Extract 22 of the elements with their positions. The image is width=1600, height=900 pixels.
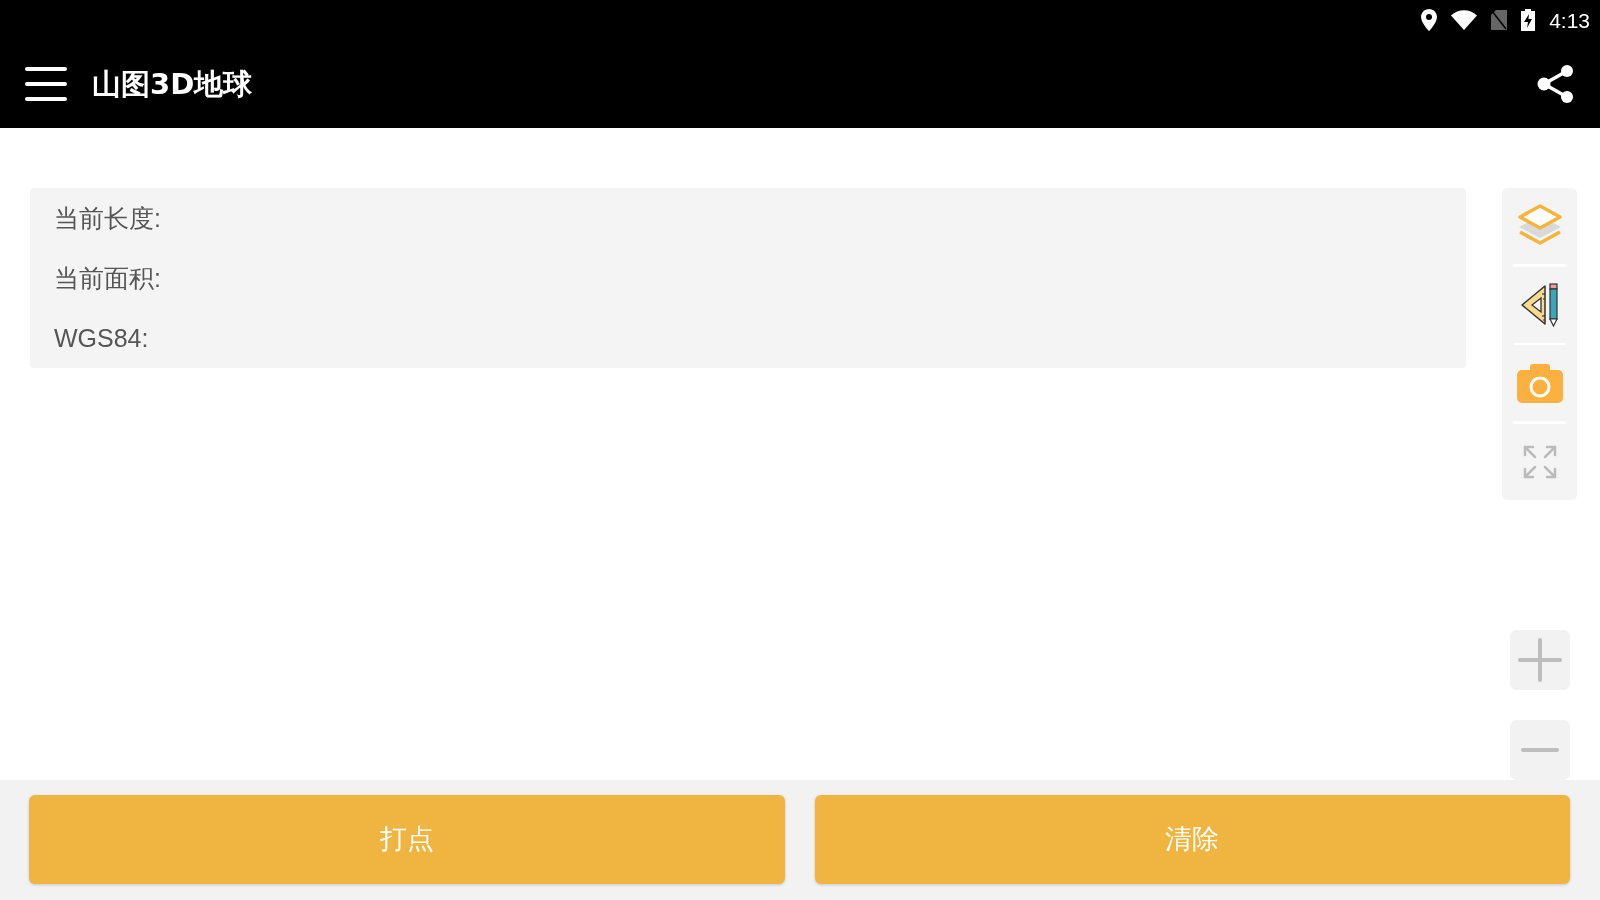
info-label: WGS84: <box>54 323 149 353</box>
action-button[interactable]: 清除 <box>814 795 1570 884</box>
status-time: 4:13 <box>1549 9 1590 31</box>
info-label: 当前长度: <box>54 203 161 233</box>
minus-icon <box>1520 748 1559 752</box>
share-button[interactable] <box>1536 64 1576 104</box>
menu-button[interactable] <box>25 67 67 101</box>
camera-icon <box>1516 363 1563 404</box>
info-label: 当前面积: <box>54 263 161 293</box>
menu-icon <box>25 67 67 101</box>
share-icon <box>1536 64 1576 104</box>
location-pin-icon <box>1421 9 1438 31</box>
zoom-out-button[interactable] <box>1509 720 1570 780</box>
no-sim-icon <box>1491 10 1508 30</box>
zoom-in-button[interactable] <box>1509 630 1570 690</box>
plus-icon <box>1517 638 1562 682</box>
battery-charging-icon <box>1521 9 1536 31</box>
ruler-pencil-icon <box>1519 281 1560 328</box>
wifi-signal-icon <box>1451 10 1478 30</box>
action-button[interactable]: 打点 <box>29 795 785 884</box>
app-title: 山图3D地球 <box>92 66 253 102</box>
fullscreen-icon <box>1522 445 1557 480</box>
